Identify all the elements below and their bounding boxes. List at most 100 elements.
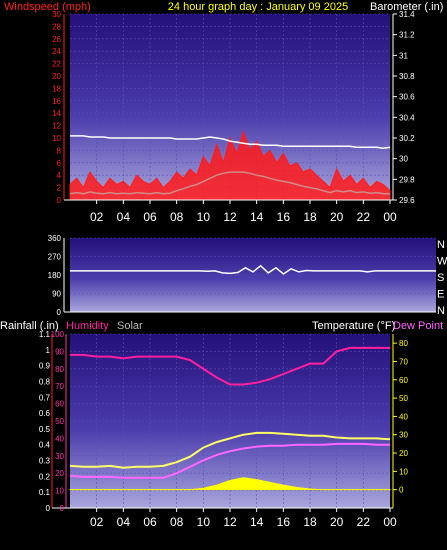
humidity-tick-label: 90: [55, 347, 64, 356]
rainfall-tick-label: 0.3: [39, 457, 51, 466]
rainfall-tick-label: 1: [46, 346, 51, 355]
x-tick-label: 10: [197, 210, 211, 224]
barometer-tick-label: 31.2: [399, 31, 415, 40]
x-tick-label: 02: [90, 515, 104, 529]
compass-label: W: [437, 256, 447, 268]
humidity-tick-label: 20: [55, 469, 64, 478]
compass-label: N: [437, 239, 445, 251]
compass-label: E: [437, 289, 444, 301]
x-tick-label: 12: [223, 210, 237, 224]
temperature-tick-label: 10: [399, 467, 408, 476]
humidity-tick-label: 30: [55, 452, 64, 461]
x-tick-label: 20: [330, 210, 344, 224]
x-tick-label: 22: [357, 210, 371, 224]
windspeed-tick-label: 4: [57, 171, 62, 180]
humidity-tick-label: 50: [55, 417, 64, 426]
humidity-axis-title: Humidity: [66, 320, 109, 332]
x-tick-label: 12: [223, 515, 237, 529]
windspeed-tick-label: 28: [52, 22, 61, 31]
humidity-tick-label: 10: [55, 487, 64, 496]
windspeed-tick-label: 8: [57, 146, 62, 155]
x-tick-label: 02: [90, 210, 104, 224]
x-tick-label: 16: [277, 210, 291, 224]
barometer-tick-label: 31: [399, 51, 408, 60]
rainfall-tick-label: 0.4: [39, 441, 51, 450]
windspeed-tick-label: 2: [57, 184, 62, 193]
rainfall-tick-label: 0.9: [39, 362, 51, 371]
humidity-tick-label: 100: [51, 330, 65, 339]
x-tick-label: 00: [383, 210, 397, 224]
windspeed-tick-label: 18: [52, 84, 61, 93]
barometer-tick-label: 30.4: [399, 113, 415, 122]
weather-chart: Windspeed (mph) 24 hour graph day : Janu…: [0, 1, 447, 529]
temperature-tick-label: 70: [399, 357, 408, 366]
windspeed-axis-title: Windspeed (mph): [4, 1, 91, 13]
barometer-tick-label: 31.4: [399, 10, 415, 19]
x-tick-label: 18: [303, 515, 317, 529]
windspeed-tick-label: 16: [52, 97, 61, 106]
dewpoint-axis-title: Dew Point (°F): [393, 320, 447, 332]
rainfall-tick-label: 0.2: [39, 472, 51, 481]
x-tick-label: 10: [197, 515, 211, 529]
x-tick-label: 16: [277, 515, 291, 529]
windspeed-tick-label: 26: [52, 35, 61, 44]
rainfall-tick-label: 0: [46, 504, 51, 513]
temperature-tick-label: 80: [399, 339, 408, 348]
humidity-tick-label: 60: [55, 400, 64, 409]
rainfall-tick-label: 0.1: [39, 488, 51, 497]
x-tick-label: 08: [170, 515, 184, 529]
compass-label: N: [437, 305, 445, 317]
barometer-tick-label: 29.6: [399, 196, 415, 205]
humidity-tick-label: 80: [55, 365, 64, 374]
windspeed-tick-label: 24: [52, 47, 61, 56]
windspeed-tick-label: 0: [57, 196, 62, 205]
x-tick-label: 06: [143, 515, 157, 529]
x-tick-label: 06: [143, 210, 157, 224]
temperature-axis-title: Temperature (°F): [312, 320, 395, 332]
rainfall-tick-label: 0.8: [39, 377, 51, 386]
humidity-tick-label: 70: [55, 382, 64, 391]
x-tick-label: 00: [383, 515, 397, 529]
temperature-tick-label: 30: [399, 431, 408, 440]
direction-plot-area: [70, 238, 436, 312]
windspeed-tick-label: 20: [52, 72, 61, 81]
windspeed-tick-label: 30: [52, 10, 61, 19]
x-tick-label: 04: [117, 515, 131, 529]
windspeed-tick-label: 6: [57, 159, 62, 168]
windspeed-tick-label: 14: [52, 109, 61, 118]
rainfall-tick-label: 0.7: [39, 393, 51, 402]
chart-title: 24 hour graph day : January 09 2025: [168, 1, 348, 13]
rainfall-tick-label: 1.1: [39, 330, 51, 339]
barometer-tick-label: 30: [399, 155, 408, 164]
x-tick-label: 22: [357, 515, 371, 529]
windspeed-tick-label: 12: [52, 122, 61, 131]
direction-tick-label: 270: [48, 253, 62, 262]
humidity-tick-label: 0: [60, 504, 65, 513]
x-tick-label: 04: [117, 210, 131, 224]
temperature-tick-label: 50: [399, 394, 408, 403]
direction-tick-label: 180: [48, 271, 62, 280]
windspeed-tick-label: 22: [52, 60, 61, 69]
windspeed-tick-label: 10: [52, 134, 61, 143]
rainfall-tick-label: 0.6: [39, 409, 51, 418]
direction-tick-label: 360: [48, 234, 62, 243]
barometer-tick-label: 29.8: [399, 175, 415, 184]
x-tick-label: 14: [250, 210, 264, 224]
solar-axis-title: Solar: [117, 320, 143, 332]
temperature-tick-label: 40: [399, 412, 408, 421]
temperature-tick-label: 20: [399, 449, 408, 458]
x-tick-label: 18: [303, 210, 317, 224]
barometer-tick-label: 30.2: [399, 134, 415, 143]
temperature-tick-label: 0: [399, 486, 404, 495]
temperature-tick-label: 60: [399, 376, 408, 385]
barometer-tick-label: 30.8: [399, 72, 415, 81]
rainfall-tick-label: 0.5: [39, 425, 51, 434]
direction-tick-label: 90: [52, 290, 61, 299]
barometer-tick-label: 30.6: [399, 93, 415, 102]
humidity-tick-label: 40: [55, 434, 64, 443]
x-tick-label: 08: [170, 210, 184, 224]
compass-label: S: [437, 272, 444, 284]
direction-tick-label: 0: [57, 308, 62, 317]
x-tick-label: 20: [330, 515, 344, 529]
x-tick-label: 14: [250, 515, 264, 529]
